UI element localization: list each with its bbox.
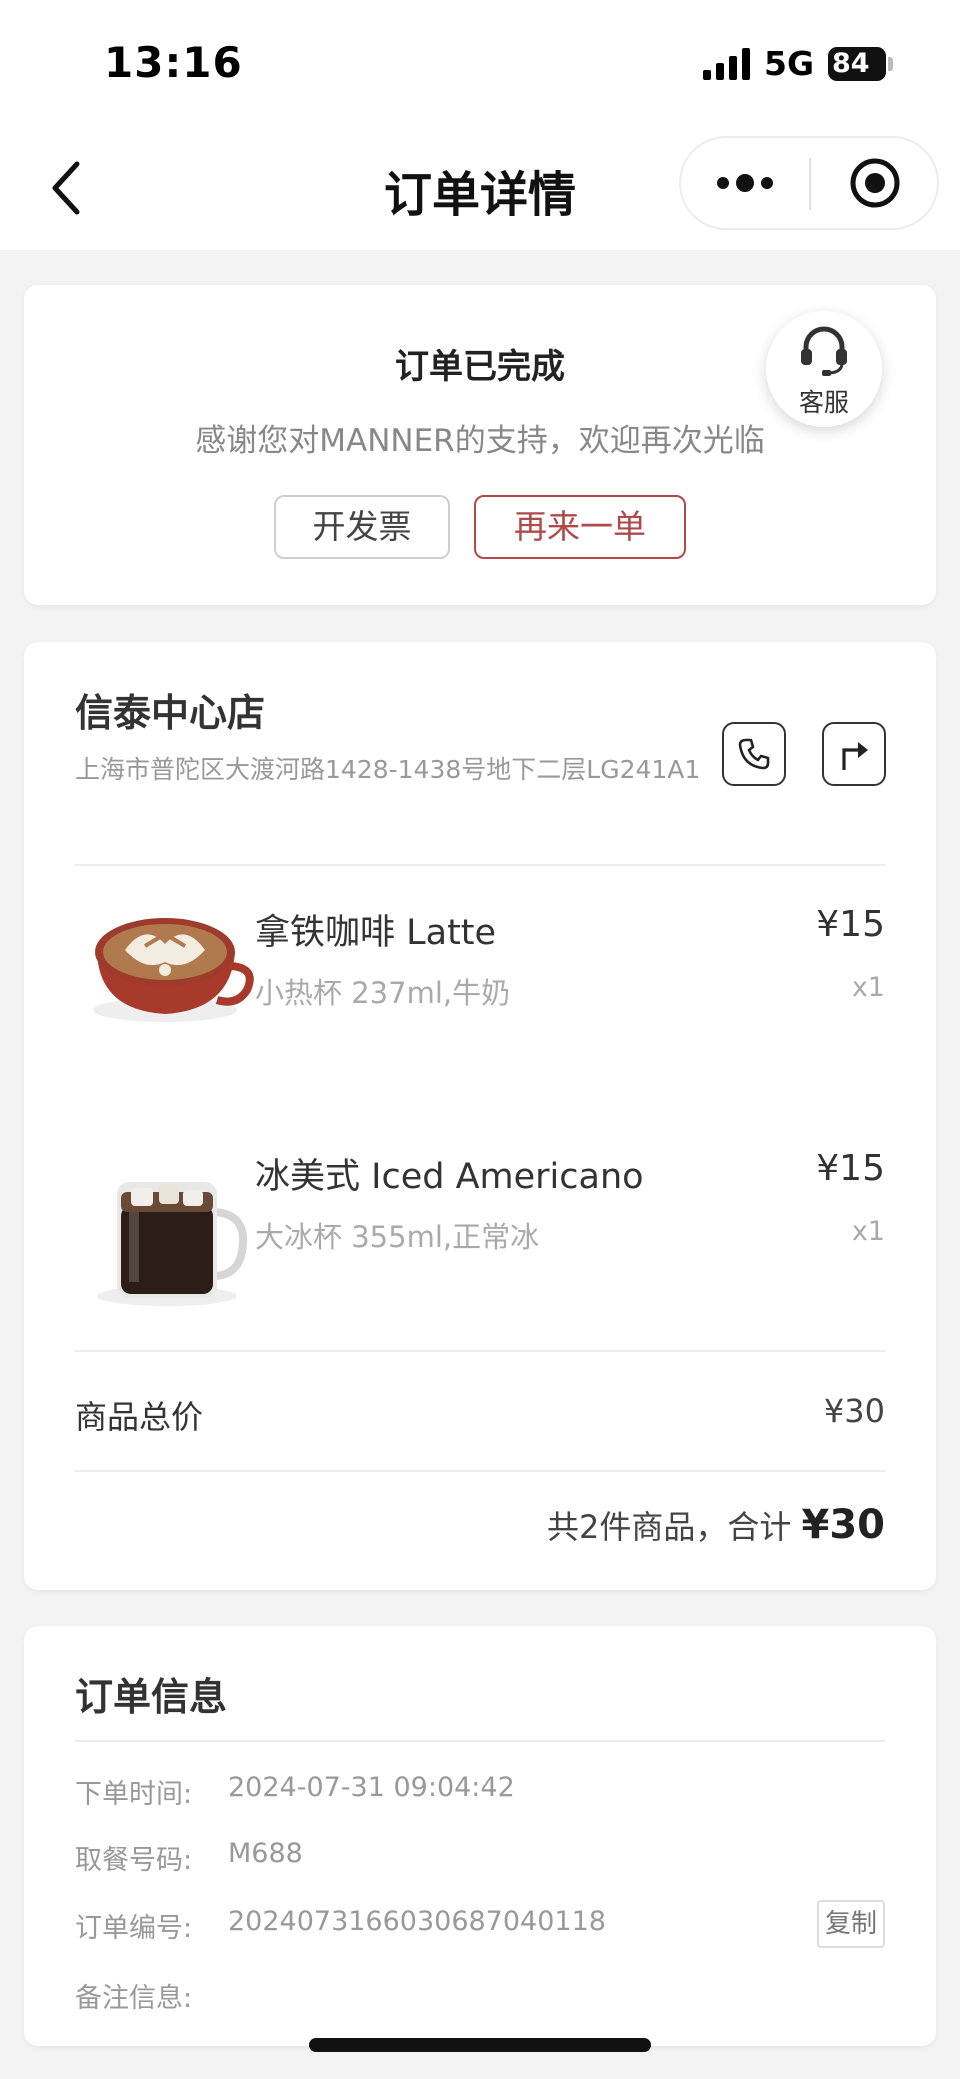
home-indicator bbox=[309, 2038, 651, 2052]
battery-icon: 84 bbox=[828, 47, 886, 81]
customer-service-label: 客服 bbox=[798, 388, 849, 417]
item-quantity: x1 bbox=[851, 972, 885, 1003]
divider bbox=[75, 1350, 885, 1352]
order-info-title: 订单信息 bbox=[75, 1675, 228, 1719]
order-items-card: 信泰中心店 上海市普陀区大渡河路1428-1438号地下二层LG241A1 拿铁… bbox=[24, 642, 936, 1590]
subtotal-label: 商品总价 bbox=[75, 1398, 204, 1436]
battery-nub bbox=[888, 57, 893, 71]
call-store-button[interactable] bbox=[722, 722, 786, 786]
order-info-card: 订单信息 下单时间: 2024-07-31 09:04:42 取餐号码: M68… bbox=[24, 1626, 936, 2046]
pickup-number-value: M688 bbox=[228, 1838, 303, 1869]
item-spec: 大冰杯 355ml,正常冰 bbox=[255, 1220, 540, 1254]
directions-icon bbox=[842, 742, 868, 770]
network-label: 5G bbox=[764, 44, 815, 83]
order-number-value: 20240731660306870401​18 bbox=[228, 1906, 606, 1937]
divider bbox=[75, 1470, 885, 1472]
item-name: 冰美式 Iced Americano bbox=[255, 1157, 644, 1197]
signal-icon bbox=[703, 48, 750, 80]
divider bbox=[75, 864, 885, 866]
order-status-card: 订单已完成 感谢您对MANNER的支持，欢迎再次光临 开发票 再来一单 客服 bbox=[24, 285, 936, 605]
battery-level: 84 bbox=[832, 48, 870, 79]
invoice-button[interactable]: 开发票 bbox=[274, 495, 450, 559]
subtotal-value: ¥30 bbox=[823, 1392, 885, 1430]
iced-americano-glass-image bbox=[97, 1182, 248, 1306]
navigate-button[interactable] bbox=[822, 722, 886, 786]
store-address: 上海市普陀区大渡河路1428-1438号地下二层LG241A1 bbox=[75, 755, 701, 784]
copy-order-number-button[interactable]: 复制 bbox=[817, 1900, 885, 1948]
item-quantity: x1 bbox=[851, 1216, 885, 1247]
reorder-button[interactable]: 再来一单 bbox=[474, 495, 686, 559]
nav-bar: 订单详情 bbox=[0, 125, 960, 250]
store-name: 信泰中心店 bbox=[75, 691, 266, 735]
customer-service-button[interactable]: 客服 bbox=[766, 311, 882, 427]
item-name: 拿铁咖啡 Latte bbox=[255, 913, 497, 953]
headset-icon bbox=[801, 326, 847, 376]
order-number-row: 订单编号: 20240731660306870401​18 复制 bbox=[75, 1900, 885, 1950]
order-time-row: 下单时间: 2024-07-31 09:04:42 bbox=[75, 1766, 885, 1816]
remark-row: 备注信息: bbox=[75, 1970, 885, 2020]
status-bar: 13:16 5G 84 bbox=[0, 0, 960, 125]
item-spec: 小热杯 237ml,牛奶 bbox=[255, 976, 511, 1010]
status-time: 13:16 bbox=[104, 38, 243, 87]
order-time-label: 下单时间: bbox=[75, 1779, 193, 1810]
divider bbox=[75, 1740, 885, 1742]
order-item[interactable]: 冰美式 Iced Americano 大冰杯 355ml,正常冰 ¥15 x1 bbox=[75, 1126, 885, 1326]
mini-program-capsule bbox=[679, 136, 939, 230]
target-circle-icon bbox=[850, 158, 900, 208]
remark-label: 备注信息: bbox=[75, 1983, 193, 2014]
close-button[interactable] bbox=[811, 138, 939, 228]
order-total: 共2件商品，合计 ¥30 bbox=[547, 1502, 885, 1548]
phone-icon bbox=[738, 738, 770, 770]
order-number-label: 订单编号: bbox=[75, 1913, 193, 1944]
order-time-value: 2024-07-31 09:04:42 bbox=[228, 1772, 515, 1803]
item-price: ¥15 bbox=[816, 904, 885, 945]
more-dots-icon bbox=[717, 174, 773, 192]
total-prefix: 共2件商品，合计 bbox=[546, 1508, 792, 1546]
total-amount: ¥30 bbox=[801, 1502, 886, 1548]
pickup-number-label: 取餐号码: bbox=[75, 1845, 193, 1876]
item-price: ¥15 bbox=[816, 1148, 885, 1189]
order-item[interactable]: 拿铁咖啡 Latte 小热杯 237ml,牛奶 ¥15 x1 bbox=[75, 882, 885, 1082]
more-button[interactable] bbox=[681, 138, 809, 228]
latte-cup-image bbox=[93, 918, 254, 1022]
pickup-number-row: 取餐号码: M688 bbox=[75, 1832, 885, 1882]
